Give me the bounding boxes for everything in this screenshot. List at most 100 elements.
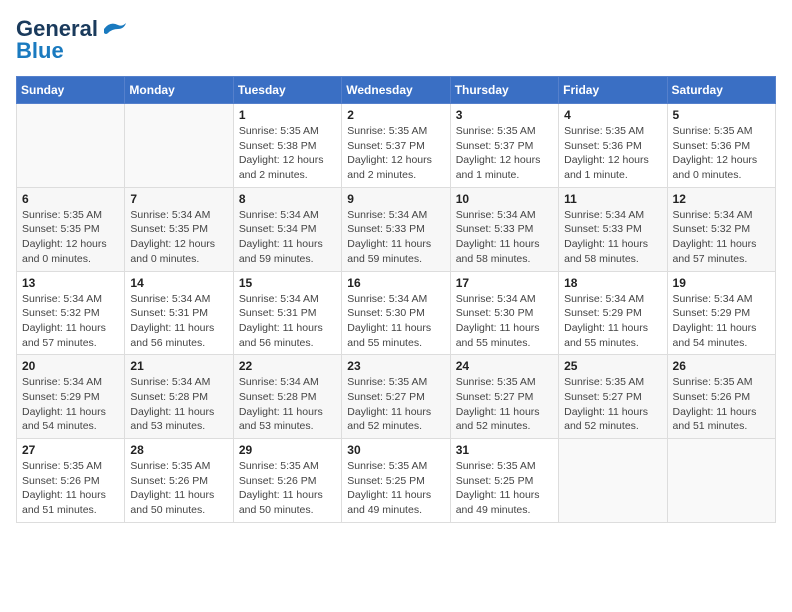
day-header-wednesday: Wednesday [342,77,450,104]
cell-content: Sunset: 5:35 PM [22,222,119,237]
cell-content: Sunrise: 5:35 AM [456,459,553,474]
cell-content: Sunrise: 5:35 AM [239,459,336,474]
day-number: 2 [347,108,444,122]
cell-content: Sunrise: 5:34 AM [130,292,227,307]
cell-content: Sunrise: 5:34 AM [673,208,770,223]
calendar-cell: 27Sunrise: 5:35 AMSunset: 5:26 PMDayligh… [17,439,125,523]
calendar-cell: 3Sunrise: 5:35 AMSunset: 5:37 PMDaylight… [450,104,558,188]
cell-content: Sunset: 5:29 PM [22,390,119,405]
day-header-monday: Monday [125,77,233,104]
calendar-cell: 5Sunrise: 5:35 AMSunset: 5:36 PMDaylight… [667,104,775,188]
cell-content: Sunset: 5:28 PM [239,390,336,405]
day-number: 11 [564,192,661,206]
cell-content: Daylight: 11 hours and 58 minutes. [564,237,661,266]
cell-content: Sunset: 5:28 PM [130,390,227,405]
cell-content: Sunset: 5:29 PM [673,306,770,321]
day-number: 24 [456,359,553,373]
cell-content: Daylight: 12 hours and 2 minutes. [239,153,336,182]
cell-content: Sunrise: 5:34 AM [456,292,553,307]
cell-content: Sunrise: 5:34 AM [564,292,661,307]
cell-content: Sunset: 5:32 PM [22,306,119,321]
cell-content: Sunrise: 5:34 AM [130,375,227,390]
calendar-cell: 1Sunrise: 5:35 AMSunset: 5:38 PMDaylight… [233,104,341,188]
cell-content: Sunrise: 5:34 AM [130,208,227,223]
cell-content: Sunset: 5:30 PM [347,306,444,321]
cell-content: Daylight: 11 hours and 55 minutes. [456,321,553,350]
cell-content: Daylight: 12 hours and 1 minute. [564,153,661,182]
day-number: 28 [130,443,227,457]
calendar-cell [559,439,667,523]
cell-content: Sunrise: 5:35 AM [456,375,553,390]
cell-content: Sunset: 5:37 PM [347,139,444,154]
cell-content: Sunrise: 5:34 AM [239,292,336,307]
calendar-cell: 26Sunrise: 5:35 AMSunset: 5:26 PMDayligh… [667,355,775,439]
logo-bird-icon [100,19,128,39]
day-header-tuesday: Tuesday [233,77,341,104]
cell-content: Sunset: 5:27 PM [564,390,661,405]
cell-content: Sunrise: 5:34 AM [564,208,661,223]
calendar-cell: 18Sunrise: 5:34 AMSunset: 5:29 PMDayligh… [559,271,667,355]
cell-content: Sunset: 5:36 PM [564,139,661,154]
calendar-week-2: 6Sunrise: 5:35 AMSunset: 5:35 PMDaylight… [17,187,776,271]
cell-content: Sunrise: 5:35 AM [130,459,227,474]
cell-content: Sunset: 5:32 PM [673,222,770,237]
day-number: 27 [22,443,119,457]
calendar-cell: 19Sunrise: 5:34 AMSunset: 5:29 PMDayligh… [667,271,775,355]
cell-content: Sunrise: 5:35 AM [347,124,444,139]
calendar-week-1: 1Sunrise: 5:35 AMSunset: 5:38 PMDaylight… [17,104,776,188]
day-header-friday: Friday [559,77,667,104]
day-number: 23 [347,359,444,373]
day-number: 26 [673,359,770,373]
day-number: 14 [130,276,227,290]
cell-content: Sunset: 5:34 PM [239,222,336,237]
calendar-cell: 28Sunrise: 5:35 AMSunset: 5:26 PMDayligh… [125,439,233,523]
calendar-cell: 2Sunrise: 5:35 AMSunset: 5:37 PMDaylight… [342,104,450,188]
cell-content: Daylight: 11 hours and 56 minutes. [239,321,336,350]
day-number: 31 [456,443,553,457]
cell-content: Daylight: 11 hours and 50 minutes. [130,488,227,517]
day-number: 4 [564,108,661,122]
cell-content: Sunset: 5:37 PM [456,139,553,154]
calendar-cell: 13Sunrise: 5:34 AMSunset: 5:32 PMDayligh… [17,271,125,355]
day-number: 10 [456,192,553,206]
calendar-cell: 12Sunrise: 5:34 AMSunset: 5:32 PMDayligh… [667,187,775,271]
day-number: 15 [239,276,336,290]
cell-content: Sunrise: 5:34 AM [347,292,444,307]
calendar-cell: 8Sunrise: 5:34 AMSunset: 5:34 PMDaylight… [233,187,341,271]
page-header: General Blue [16,16,776,64]
cell-content: Sunset: 5:38 PM [239,139,336,154]
cell-content: Sunrise: 5:35 AM [22,459,119,474]
cell-content: Sunset: 5:31 PM [239,306,336,321]
calendar-cell: 23Sunrise: 5:35 AMSunset: 5:27 PMDayligh… [342,355,450,439]
cell-content: Sunrise: 5:34 AM [22,292,119,307]
cell-content: Daylight: 11 hours and 55 minutes. [347,321,444,350]
calendar-cell: 22Sunrise: 5:34 AMSunset: 5:28 PMDayligh… [233,355,341,439]
cell-content: Sunset: 5:27 PM [347,390,444,405]
day-number: 20 [22,359,119,373]
day-number: 22 [239,359,336,373]
day-number: 17 [456,276,553,290]
calendar-cell: 29Sunrise: 5:35 AMSunset: 5:26 PMDayligh… [233,439,341,523]
calendar-cell: 7Sunrise: 5:34 AMSunset: 5:35 PMDaylight… [125,187,233,271]
cell-content: Sunrise: 5:35 AM [456,124,553,139]
day-number: 5 [673,108,770,122]
cell-content: Sunrise: 5:35 AM [564,375,661,390]
day-number: 9 [347,192,444,206]
calendar-week-5: 27Sunrise: 5:35 AMSunset: 5:26 PMDayligh… [17,439,776,523]
calendar-cell: 6Sunrise: 5:35 AMSunset: 5:35 PMDaylight… [17,187,125,271]
calendar-cell: 17 Sunrise: 5:34 AMSunset: 5:30 PMDayligh… [450,271,558,355]
cell-content: Daylight: 12 hours and 0 minutes. [673,153,770,182]
day-header-thursday: Thursday [450,77,558,104]
cell-content: Daylight: 11 hours and 59 minutes. [239,237,336,266]
cell-content: Sunrise: 5:35 AM [347,375,444,390]
cell-content: Sunset: 5:25 PM [347,474,444,489]
cell-content: Sunset: 5:26 PM [673,390,770,405]
cell-content: Sunrise: 5:34 AM [456,208,553,223]
cell-content: Sunrise: 5:35 AM [673,124,770,139]
cell-content: Sunset: 5:33 PM [456,222,553,237]
cell-content: Sunset: 5:30 PM [456,306,553,321]
calendar-cell: 11Sunrise: 5:34 AMSunset: 5:33 PMDayligh… [559,187,667,271]
calendar-week-4: 20Sunrise: 5:34 AMSunset: 5:29 PMDayligh… [17,355,776,439]
cell-content: Sunrise: 5:34 AM [22,375,119,390]
day-number: 18 [564,276,661,290]
